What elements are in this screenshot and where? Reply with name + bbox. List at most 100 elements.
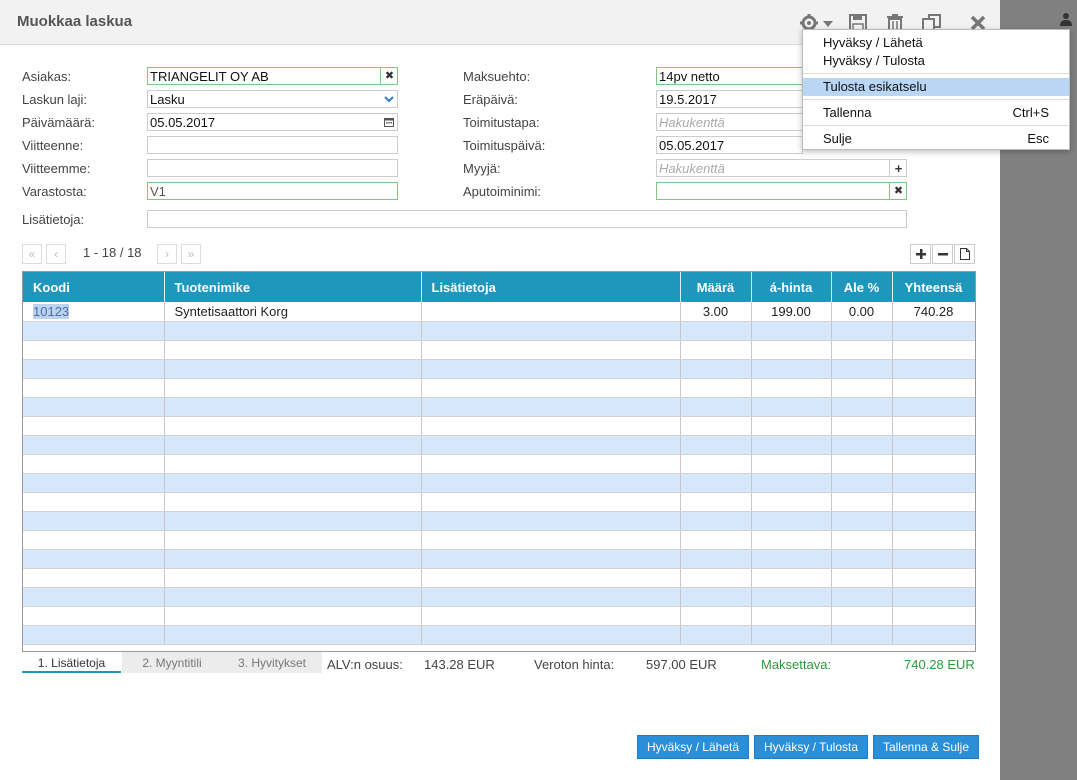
your-reference-field[interactable] [147,136,398,154]
empty-cell[interactable] [892,587,975,607]
aux-name-field[interactable]: ✖ [656,182,907,200]
tab-sales-account[interactable]: 2. Myyntitili [122,652,222,673]
empty-cell[interactable] [23,454,165,474]
column-header-quantity[interactable]: Määrä [680,272,752,302]
last-page-button[interactable]: » [181,244,201,264]
table-row[interactable] [23,568,975,588]
empty-cell[interactable] [421,530,681,550]
empty-cell[interactable] [892,549,975,569]
empty-cell[interactable] [892,568,975,588]
empty-cell[interactable] [892,454,975,474]
empty-cell[interactable] [164,492,422,512]
delivery-date-field[interactable]: 05.05.2017 [656,136,803,154]
empty-cell[interactable] [23,416,165,436]
empty-cell[interactable] [831,359,893,379]
empty-cell[interactable] [831,321,893,341]
empty-cell[interactable] [751,511,832,531]
empty-cell[interactable] [164,359,422,379]
empty-cell[interactable] [164,454,422,474]
empty-cell[interactable] [831,530,893,550]
empty-cell[interactable] [751,416,832,436]
empty-cell[interactable] [164,530,422,550]
empty-cell[interactable] [164,435,422,455]
customer-field[interactable]: TRIANGELIT OY AB ✖ [147,67,398,85]
add-row-button[interactable] [910,244,931,264]
empty-cell[interactable] [421,492,681,512]
empty-cell[interactable] [164,606,422,626]
cell-code[interactable]: 10123 [23,302,165,322]
empty-cell[interactable] [23,568,165,588]
table-row[interactable] [23,359,975,379]
empty-cell[interactable] [421,435,681,455]
prev-page-button[interactable]: ‹ [46,244,66,264]
empty-cell[interactable] [892,416,975,436]
empty-cell[interactable] [421,587,681,607]
empty-cell[interactable] [680,473,752,493]
empty-cell[interactable] [164,378,422,398]
table-row[interactable] [23,530,975,550]
empty-cell[interactable] [680,587,752,607]
empty-cell[interactable] [892,359,975,379]
empty-cell[interactable] [831,568,893,588]
cell-quantity[interactable]: 3.00 [680,302,752,322]
empty-cell[interactable] [680,397,752,417]
empty-cell[interactable] [751,625,832,645]
empty-cell[interactable] [751,587,832,607]
clear-icon[interactable]: ✖ [889,183,906,199]
table-row[interactable] [23,606,975,626]
empty-cell[interactable] [680,359,752,379]
chevron-down-icon[interactable] [380,91,397,107]
table-row[interactable] [23,340,975,360]
empty-cell[interactable] [751,321,832,341]
warehouse-field[interactable]: V1 [147,182,398,200]
empty-cell[interactable] [164,587,422,607]
table-row[interactable] [23,473,975,493]
empty-cell[interactable] [892,435,975,455]
empty-cell[interactable] [23,359,165,379]
empty-cell[interactable] [892,492,975,512]
menu-item-save[interactable]: Tallenna Ctrl+S [803,104,1069,122]
empty-cell[interactable] [680,549,752,569]
empty-cell[interactable] [751,606,832,626]
empty-cell[interactable] [23,321,165,341]
seller-field[interactable]: Hakukenttä + [656,159,907,177]
empty-cell[interactable] [892,511,975,531]
column-header-info[interactable]: Lisätietoja [421,272,681,302]
empty-cell[interactable] [421,549,681,569]
menu-item-approve-send[interactable]: Hyväksy / Lähetä [803,34,1069,52]
empty-cell[interactable] [892,321,975,341]
empty-cell[interactable] [680,625,752,645]
empty-cell[interactable] [23,511,165,531]
empty-cell[interactable] [164,416,422,436]
date-field[interactable]: 05.05.2017 [147,113,398,131]
empty-cell[interactable] [831,625,893,645]
empty-cell[interactable] [751,378,832,398]
empty-cell[interactable] [164,340,422,360]
table-row[interactable] [23,397,975,417]
empty-cell[interactable] [421,397,681,417]
empty-cell[interactable] [23,625,165,645]
menu-item-approve-print[interactable]: Hyväksy / Tulosta [803,52,1069,70]
empty-cell[interactable] [421,473,681,493]
remove-row-button[interactable] [932,244,953,264]
empty-cell[interactable] [23,606,165,626]
cell-unit-price[interactable]: 199.00 [751,302,832,322]
empty-cell[interactable] [831,606,893,626]
empty-cell[interactable] [751,397,832,417]
empty-cell[interactable] [831,549,893,569]
cell-product[interactable]: Syntetisaattori Korg [164,302,422,322]
save-close-button[interactable]: Tallenna & Sulje [873,735,979,759]
empty-cell[interactable] [831,473,893,493]
menu-item-print-preview[interactable]: Tulosta esikatselu [803,78,1069,96]
empty-cell[interactable] [164,397,422,417]
empty-cell[interactable] [892,340,975,360]
calendar-icon[interactable] [380,114,397,130]
column-header-discount[interactable]: Ale % [831,272,893,302]
clear-icon[interactable]: ✖ [380,68,397,84]
empty-cell[interactable] [680,568,752,588]
empty-cell[interactable] [680,492,752,512]
empty-cell[interactable] [421,340,681,360]
empty-cell[interactable] [680,435,752,455]
payment-terms-field[interactable]: 14pv netto [656,67,803,85]
empty-cell[interactable] [23,492,165,512]
